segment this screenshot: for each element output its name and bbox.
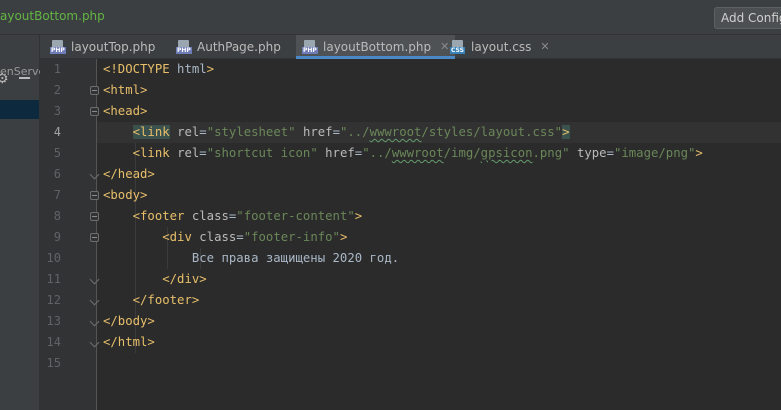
code-editor[interactable]: <!DOCTYPE html> <html> <head> <link rel=… [97,59,781,410]
line-number: 11 [46,272,61,286]
line-number: 1 [53,62,61,76]
tab-label: AuthPage.php [197,39,281,54]
code-line-4: <link rel="stylesheet" href="../wwwroot/… [132,125,570,139]
line-number-gutter: 1 2 3 4 5 6 7 8 9 10 11 12 13 14 15 [40,59,99,410]
code-line-3: <head> [103,104,148,118]
title-bar: ayoutBottom.php Add Configu [0,0,781,35]
line-number: 4 [53,125,61,139]
tab-layouttop[interactable]: PHP layoutTop.php [50,35,155,58]
window-title: ayoutBottom.php [0,9,105,23]
line-number: 15 [46,356,61,370]
line-number: 6 [53,167,61,181]
code-line-13: </body> [103,314,155,328]
line-number: 7 [53,188,61,202]
line-number: 14 [46,335,61,349]
php-file-icon: PHP [302,39,318,54]
code-line-11: </div> [162,272,207,286]
line-number: 8 [53,209,61,223]
css-file-icon: CSS [450,39,466,54]
line-number: 10 [46,251,61,265]
tab-label: layoutBottom.php [323,39,432,54]
code-line-5: <link rel="shortcut icon" href="../wwwro… [132,146,703,160]
line-number: 2 [53,83,61,97]
tab-label: layoutTop.php [71,39,156,54]
code-line-6: </head> [103,167,155,181]
close-icon[interactable]: ✕ [540,40,549,53]
line-number: 12 [46,293,61,307]
php-file-icon: PHP [176,39,192,54]
code-line-8: <footer class="footer-content"> [132,209,363,223]
php-file-icon: PHP [50,39,66,54]
close-icon[interactable]: ✕ [440,40,449,53]
tab-layout-css[interactable]: CSS layout.css ✕ [450,35,550,58]
line-number: 3 [53,104,61,118]
add-configuration-button[interactable]: Add Configu [714,7,781,29]
project-tree-selected-row[interactable] [0,100,39,119]
tab-label: layout.css [471,39,532,54]
tab-authpage[interactable]: PHP AuthPage.php [176,35,281,58]
line-number: 5 [53,146,61,160]
tab-layoutbottom[interactable]: PHP layoutBottom.php ✕ [296,35,456,59]
project-panel: ⚙ enServer [0,35,50,410]
code-line-1: <!DOCTYPE html> [103,62,215,76]
code-line-9: <div class="footer-info"> [162,230,348,244]
line-number: 13 [46,314,61,328]
code-line-7: <body> [103,188,148,202]
code-line-10: Все права защищены 2020 год. [191,251,400,265]
code-line-12: </footer> [132,293,200,307]
line-number: 9 [53,230,61,244]
code-line-14: </html> [103,335,155,349]
code-line-2: <html> [103,83,148,97]
editor-tab-bar: PHP layoutTop.php PHP AuthPage.php PHP l… [40,35,781,59]
